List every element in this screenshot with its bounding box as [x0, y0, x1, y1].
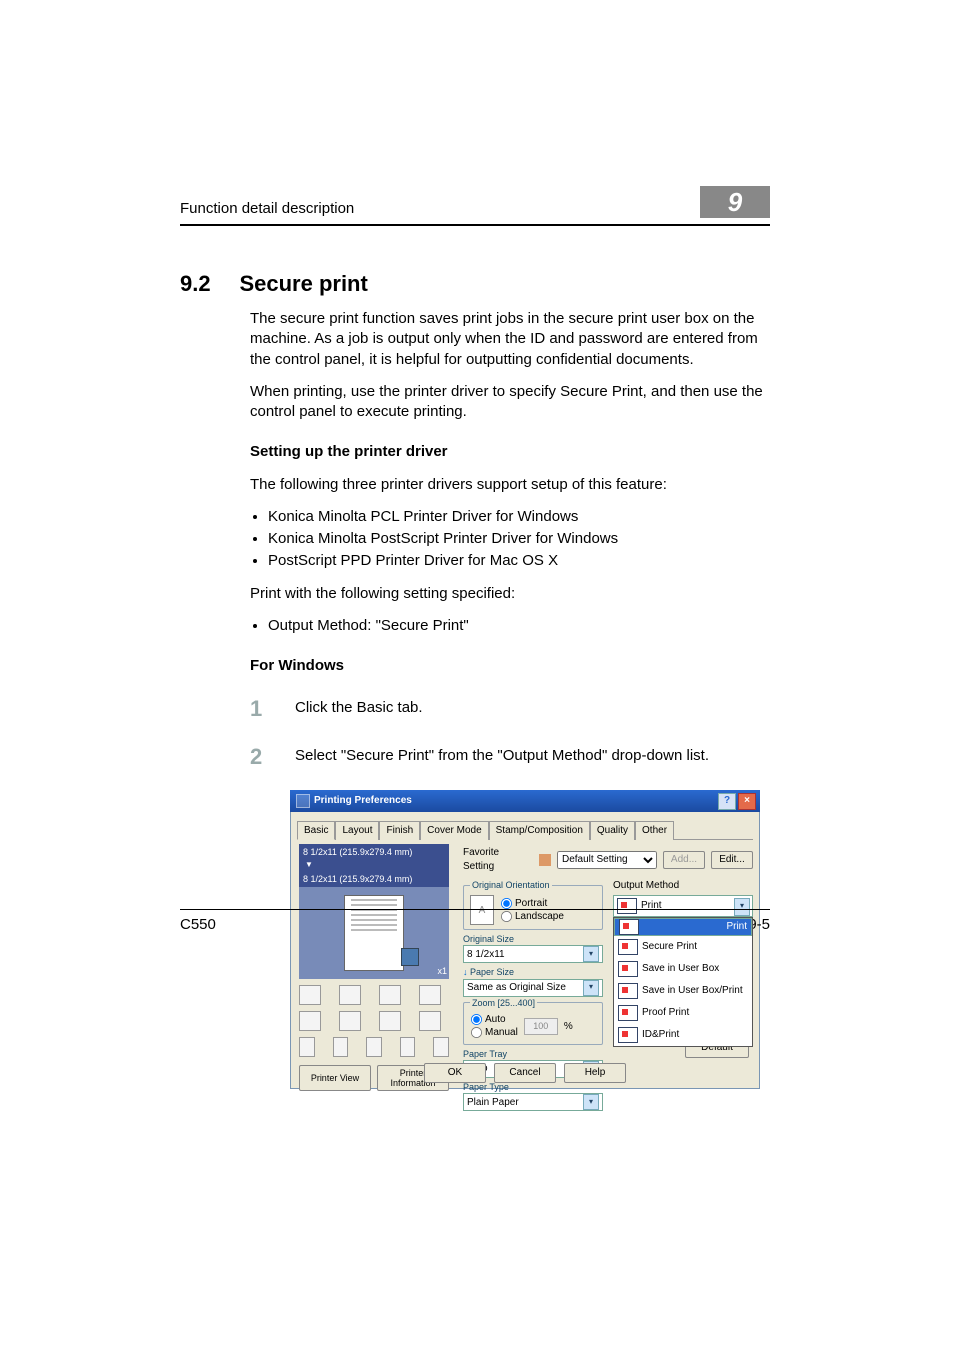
original-size-select[interactable]: 8 1/2x11▾ [463, 945, 603, 963]
lock-icon [618, 939, 638, 955]
preview-pane: 8 1/2x11 (215.9x279.4 mm) ▼ 8 1/2x11 (21… [299, 844, 449, 1091]
chevron-down-icon: ▾ [583, 1094, 599, 1110]
preview-canvas: x1 [299, 887, 449, 979]
list-item: Konica Minolta PostScript Printer Driver… [268, 529, 770, 549]
preview-icon[interactable] [339, 1011, 361, 1031]
drivers-intro: The following three printer drivers supp… [250, 475, 770, 495]
subheading-windows: For Windows [250, 656, 770, 676]
app-icon [296, 794, 310, 808]
preview-icon[interactable] [379, 1011, 401, 1031]
zoom-value-spinner[interactable]: 100 [524, 1018, 558, 1035]
zoom-legend: Zoom [25...400] [470, 997, 537, 1009]
preview-icon[interactable] [299, 985, 321, 1005]
output-option-id-print[interactable]: ID&Print [614, 1024, 752, 1046]
favorite-select[interactable]: Default Setting [557, 851, 657, 869]
print-setting-list: Output Method: "Secure Print" [250, 616, 770, 636]
running-title: Function detail description [180, 200, 354, 217]
section-title: Secure print [239, 271, 367, 296]
close-icon[interactable]: × [738, 793, 756, 810]
preview-output-size: 8 1/2x11 (215.9x279.4 mm) [299, 871, 449, 887]
dialog-title: Printing Preferences [314, 794, 412, 808]
footer-model: C550 [180, 916, 216, 933]
output-method-dropdown: Print Secure Print Save in [613, 917, 753, 1047]
paragraph: When printing, use the printer driver to… [250, 382, 770, 423]
header-rule [180, 224, 770, 226]
orientation-legend: Original Orientation [470, 879, 552, 891]
tab-basic[interactable]: Basic [297, 821, 335, 841]
preview-source-size: 8 1/2x11 (215.9x279.4 mm) [299, 844, 449, 860]
zoom-manual-radio[interactable]: Manual [470, 1027, 518, 1038]
output-option-proof-print[interactable]: Proof Print [614, 1002, 752, 1024]
box-icon [618, 961, 638, 977]
id-icon [618, 1027, 638, 1043]
list-item: Output Method: "Secure Print" [268, 616, 770, 636]
favorite-edit-button[interactable]: Edit... [711, 851, 753, 869]
ok-button[interactable]: OK [424, 1063, 486, 1083]
zoom-percent: % [564, 1020, 573, 1034]
tab-stamp[interactable]: Stamp/Composition [489, 821, 590, 841]
zoom-auto-radio[interactable]: Auto [470, 1014, 506, 1025]
preview-icon[interactable] [366, 1037, 382, 1057]
section-number: 9.2 [180, 271, 235, 297]
chevron-down-icon: ▾ [583, 980, 599, 996]
preview-icon[interactable] [299, 1037, 315, 1057]
box-print-icon [618, 983, 638, 999]
paper-type-select[interactable]: Plain Paper▾ [463, 1093, 603, 1111]
titlebar[interactable]: Printing Preferences ? × [290, 790, 760, 812]
preview-icon[interactable] [419, 985, 441, 1005]
paper-size-label: ↓ Paper Size [463, 966, 603, 978]
tab-cover-mode[interactable]: Cover Mode [420, 821, 488, 841]
paragraph: The secure print function saves print jo… [250, 309, 770, 370]
tab-other[interactable]: Other [635, 821, 674, 841]
list-item: Konica Minolta PCL Printer Driver for Wi… [268, 507, 770, 527]
driver-list: Konica Minolta PCL Printer Driver for Wi… [250, 507, 770, 572]
preview-scale: x1 [437, 965, 447, 977]
preview-icon[interactable] [400, 1037, 416, 1057]
proof-icon [618, 1005, 638, 1021]
help-button[interactable]: Help [564, 1063, 626, 1083]
tab-quality[interactable]: Quality [590, 821, 635, 841]
favorite-add-button[interactable]: Add... [663, 851, 705, 869]
output-option-secure-print[interactable]: Secure Print [614, 936, 752, 958]
print-intro: Print with the following setting specifi… [250, 584, 770, 604]
chevron-down-icon: ▾ [583, 946, 599, 962]
paper-size-select[interactable]: Same as Original Size▾ [463, 979, 603, 997]
paper-type-label: Paper Type [463, 1081, 603, 1093]
original-size-label: Original Size [463, 933, 603, 945]
zoom-group: Zoom [25...400] Auto Manual 100 % [463, 997, 603, 1045]
step-text: Click the Basic tab. [295, 694, 770, 718]
output-option-print[interactable]: Print [614, 918, 752, 936]
preview-icon[interactable] [433, 1037, 449, 1057]
list-item: PostScript PPD Printer Driver for Mac OS… [268, 551, 770, 571]
cancel-button[interactable]: Cancel [494, 1063, 556, 1083]
printing-preferences-dialog: Printing Preferences ? × Basic Layout Fi… [290, 790, 760, 1088]
preview-icon[interactable] [379, 985, 401, 1005]
subheading-driver: Setting up the printer driver [250, 442, 770, 462]
preview-icon[interactable] [339, 985, 361, 1005]
favorite-label: Favorite Setting [463, 846, 533, 873]
preview-icon[interactable] [333, 1037, 349, 1057]
step-text: Select "Secure Print" from the "Output M… [295, 742, 770, 766]
favorite-icon [539, 854, 551, 866]
tab-strip: Basic Layout Finish Cover Mode Stamp/Com… [291, 812, 759, 840]
output-option-save-box[interactable]: Save in User Box [614, 958, 752, 980]
output-option-save-box-print[interactable]: Save in User Box/Print [614, 980, 752, 1002]
chapter-number: 9 [700, 186, 770, 218]
printer-icon [619, 919, 639, 935]
tab-finish[interactable]: Finish [379, 821, 420, 841]
tab-layout[interactable]: Layout [335, 821, 379, 841]
output-method-label: Output Method [613, 879, 753, 893]
paper-tray-label: Paper Tray [463, 1048, 603, 1060]
preview-icon[interactable] [299, 1011, 321, 1031]
step-number: 1 [250, 694, 295, 724]
step-number: 2 [250, 742, 295, 772]
help-icon[interactable]: ? [718, 793, 736, 810]
preview-icon[interactable] [419, 1011, 441, 1031]
